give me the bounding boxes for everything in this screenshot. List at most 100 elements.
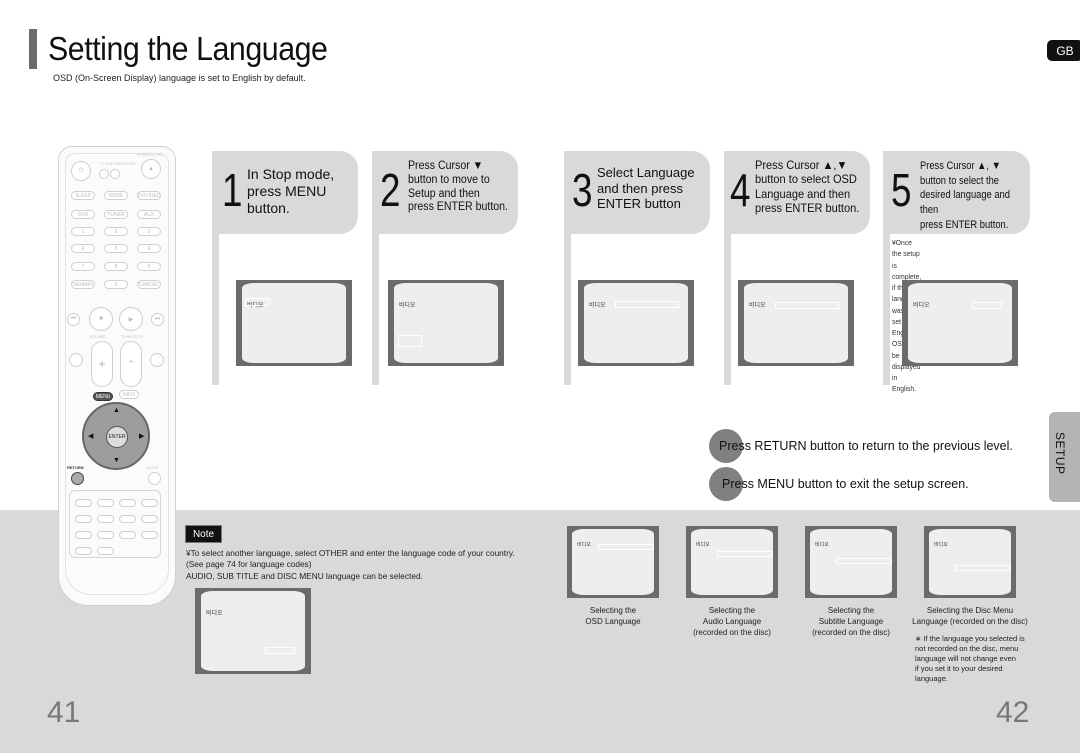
page-number-left: 41	[47, 696, 81, 729]
tip-menu-exit: Press MENU button to exit the setup scre…	[722, 477, 969, 491]
repeat-button-icon	[97, 499, 114, 507]
note-text: ¥To select another language, select OTHE…	[186, 548, 515, 581]
page-number-right: 42	[996, 696, 1030, 729]
tv-selection-highlight	[955, 565, 1011, 571]
tuner-memory-button-icon	[119, 515, 136, 523]
remote-key-4: 4	[71, 244, 95, 253]
step-1-header: 1 In Stop mode, press MENU button.	[212, 151, 358, 234]
remote-key-8: 8	[104, 262, 128, 271]
step-5-text: Press Cursor ▲, ▼ button to select the d…	[920, 160, 1010, 231]
remote-tuner-button: TUNER	[104, 210, 128, 219]
tip-return: Press RETURN button to return to the pre…	[719, 439, 1013, 453]
example-subtitle-tv-screen: 비디오	[805, 526, 897, 598]
pl2-mode-button-icon	[69, 353, 83, 367]
tv-selection-highlight	[598, 544, 654, 550]
dsp-eq-button-icon	[141, 531, 158, 539]
play-pause-icon: ▶	[119, 307, 143, 331]
example-osd-tv-screen: 비디오	[567, 526, 659, 598]
hdmi-audio-button-icon	[75, 547, 92, 555]
slow-button-icon	[97, 515, 114, 523]
cursor-down-icon: ▼	[113, 457, 120, 464]
tv-mode-led	[99, 169, 109, 179]
tv-menu-label: 비디오	[696, 542, 710, 548]
menu-button-icon: MENU	[93, 392, 113, 401]
example-audio-caption: Selecting the Audio Language (recorded o…	[693, 606, 771, 637]
remote-label-mute: MUTE	[147, 465, 159, 470]
mute-button-icon	[148, 472, 161, 485]
tv-selection-highlight	[398, 335, 422, 347]
skip-forward-icon: ⏭	[151, 313, 164, 326]
remote-control-illustration: ⏻ TV DVD RECEIVER OPEN/CLOSE ▲ SLEEP MOD…	[58, 146, 176, 606]
return-button-icon	[71, 472, 84, 485]
tv-selection-highlight	[717, 551, 773, 557]
title-accent-bar	[29, 29, 37, 69]
step-3-text: Select Language and then press ENTER but…	[597, 165, 695, 212]
remote-label-return: RETURN	[67, 465, 84, 470]
remote-aux-button: AUX	[137, 210, 161, 219]
remote-cancel-button: CANCEL	[137, 280, 161, 289]
tv-menu-label: 비디오	[934, 542, 948, 548]
step-2-header: 2 Press Cursor ▼ button to move to Setup…	[372, 151, 518, 234]
tv-menu-label: 비디오	[749, 303, 766, 309]
remote-key-3: 3	[137, 227, 161, 236]
page-subtitle: OSD (On-Screen Display) language is set …	[53, 73, 306, 83]
step-3-number: 3	[572, 164, 593, 216]
cursor-up-icon: ▲	[113, 407, 120, 414]
remote-key-0: 0	[104, 280, 128, 289]
remote-key-9: 9	[137, 262, 161, 271]
step-button-icon	[75, 499, 92, 507]
power-button-icon: ⏻	[71, 161, 91, 181]
disc-menu-language-note: ∗ If the language you selected is not re…	[915, 634, 1025, 683]
cursor-right-icon: ▶	[139, 433, 145, 440]
remote-sleep-button: SLEEP	[71, 191, 95, 200]
step-5-number: 5	[891, 164, 912, 216]
eject-icon: ▲	[141, 159, 161, 179]
remote-label-open-close: OPEN/CLOSE	[137, 152, 164, 157]
tv-selection-highlight	[245, 298, 269, 306]
enter-button-icon: ENTER	[106, 426, 128, 448]
step-3-header: 3 Select Language and then press ENTER b…	[564, 151, 710, 234]
step-2-text: Press Cursor ▼ button to move to Setup a…	[408, 160, 508, 214]
example-disc-menu-tv-screen: 비디오	[924, 526, 1016, 598]
note-tv-screen: 비디오	[195, 588, 311, 674]
step-4-header: 4 Press Cursor ▲,▼ button to select OSD …	[724, 151, 870, 234]
remote-key-7: 7	[71, 262, 95, 271]
step-1-text: In Stop mode, press MENU button.	[247, 166, 335, 216]
ez-view-button-icon	[119, 499, 136, 507]
example-audio-tv-screen: 비디오	[686, 526, 778, 598]
cursor-left-icon: ◀	[88, 433, 94, 440]
sound-edit-button-icon	[141, 515, 158, 523]
region-badge: GB	[1047, 40, 1080, 61]
step-1-number: 1	[222, 164, 243, 216]
dvd-mode-led	[110, 169, 120, 179]
tv-selection-highlight	[972, 302, 1002, 309]
logo-button-icon	[75, 531, 92, 539]
remote-label-volume: VOLUME	[89, 334, 106, 339]
remote-label-tv-dvd: TV DVD RECEIVER	[99, 161, 136, 166]
function-keypad	[69, 490, 161, 558]
remote-key-5: 5	[104, 244, 128, 253]
step-1-tv-screen: 비디오	[236, 280, 352, 366]
remote-tv-video-button: TV/VIDEO	[137, 191, 161, 200]
zoom-button-icon	[75, 515, 92, 523]
remote-label-tuning: TUNING/CH	[121, 334, 144, 339]
remote-mode-button: MODE	[104, 191, 128, 200]
remote-dvd-button: DVD	[71, 210, 95, 219]
example-subtitle-caption: Selecting the Subtitle Language (recorde…	[812, 606, 890, 637]
step-3-tv-screen: 비디오	[578, 280, 694, 366]
tv-menu-label: 비디오	[577, 542, 591, 548]
volume-rocker-icon: +	[91, 341, 113, 387]
skip-back-icon: ⏮	[67, 313, 80, 326]
example-osd-caption: Selecting the OSD Language	[585, 606, 641, 626]
digest-button-icon	[141, 499, 158, 507]
step-5-header: 5 Press Cursor ▲, ▼ button to select the…	[883, 151, 1030, 234]
example-disc-menu-caption: Selecting the Disc Menu Language (record…	[912, 606, 1028, 626]
tv-menu-label: 비디오	[589, 303, 606, 309]
step-2-number: 2	[380, 164, 401, 216]
step-5-tv-screen: 비디오	[902, 280, 1018, 366]
remote-key-1: 1	[71, 227, 95, 236]
note-badge: Note	[185, 525, 222, 543]
setup-section-tab-label: SETUP	[1053, 432, 1067, 475]
tv-menu-label: 비디오	[913, 303, 930, 309]
remote-key-6: 6	[137, 244, 161, 253]
